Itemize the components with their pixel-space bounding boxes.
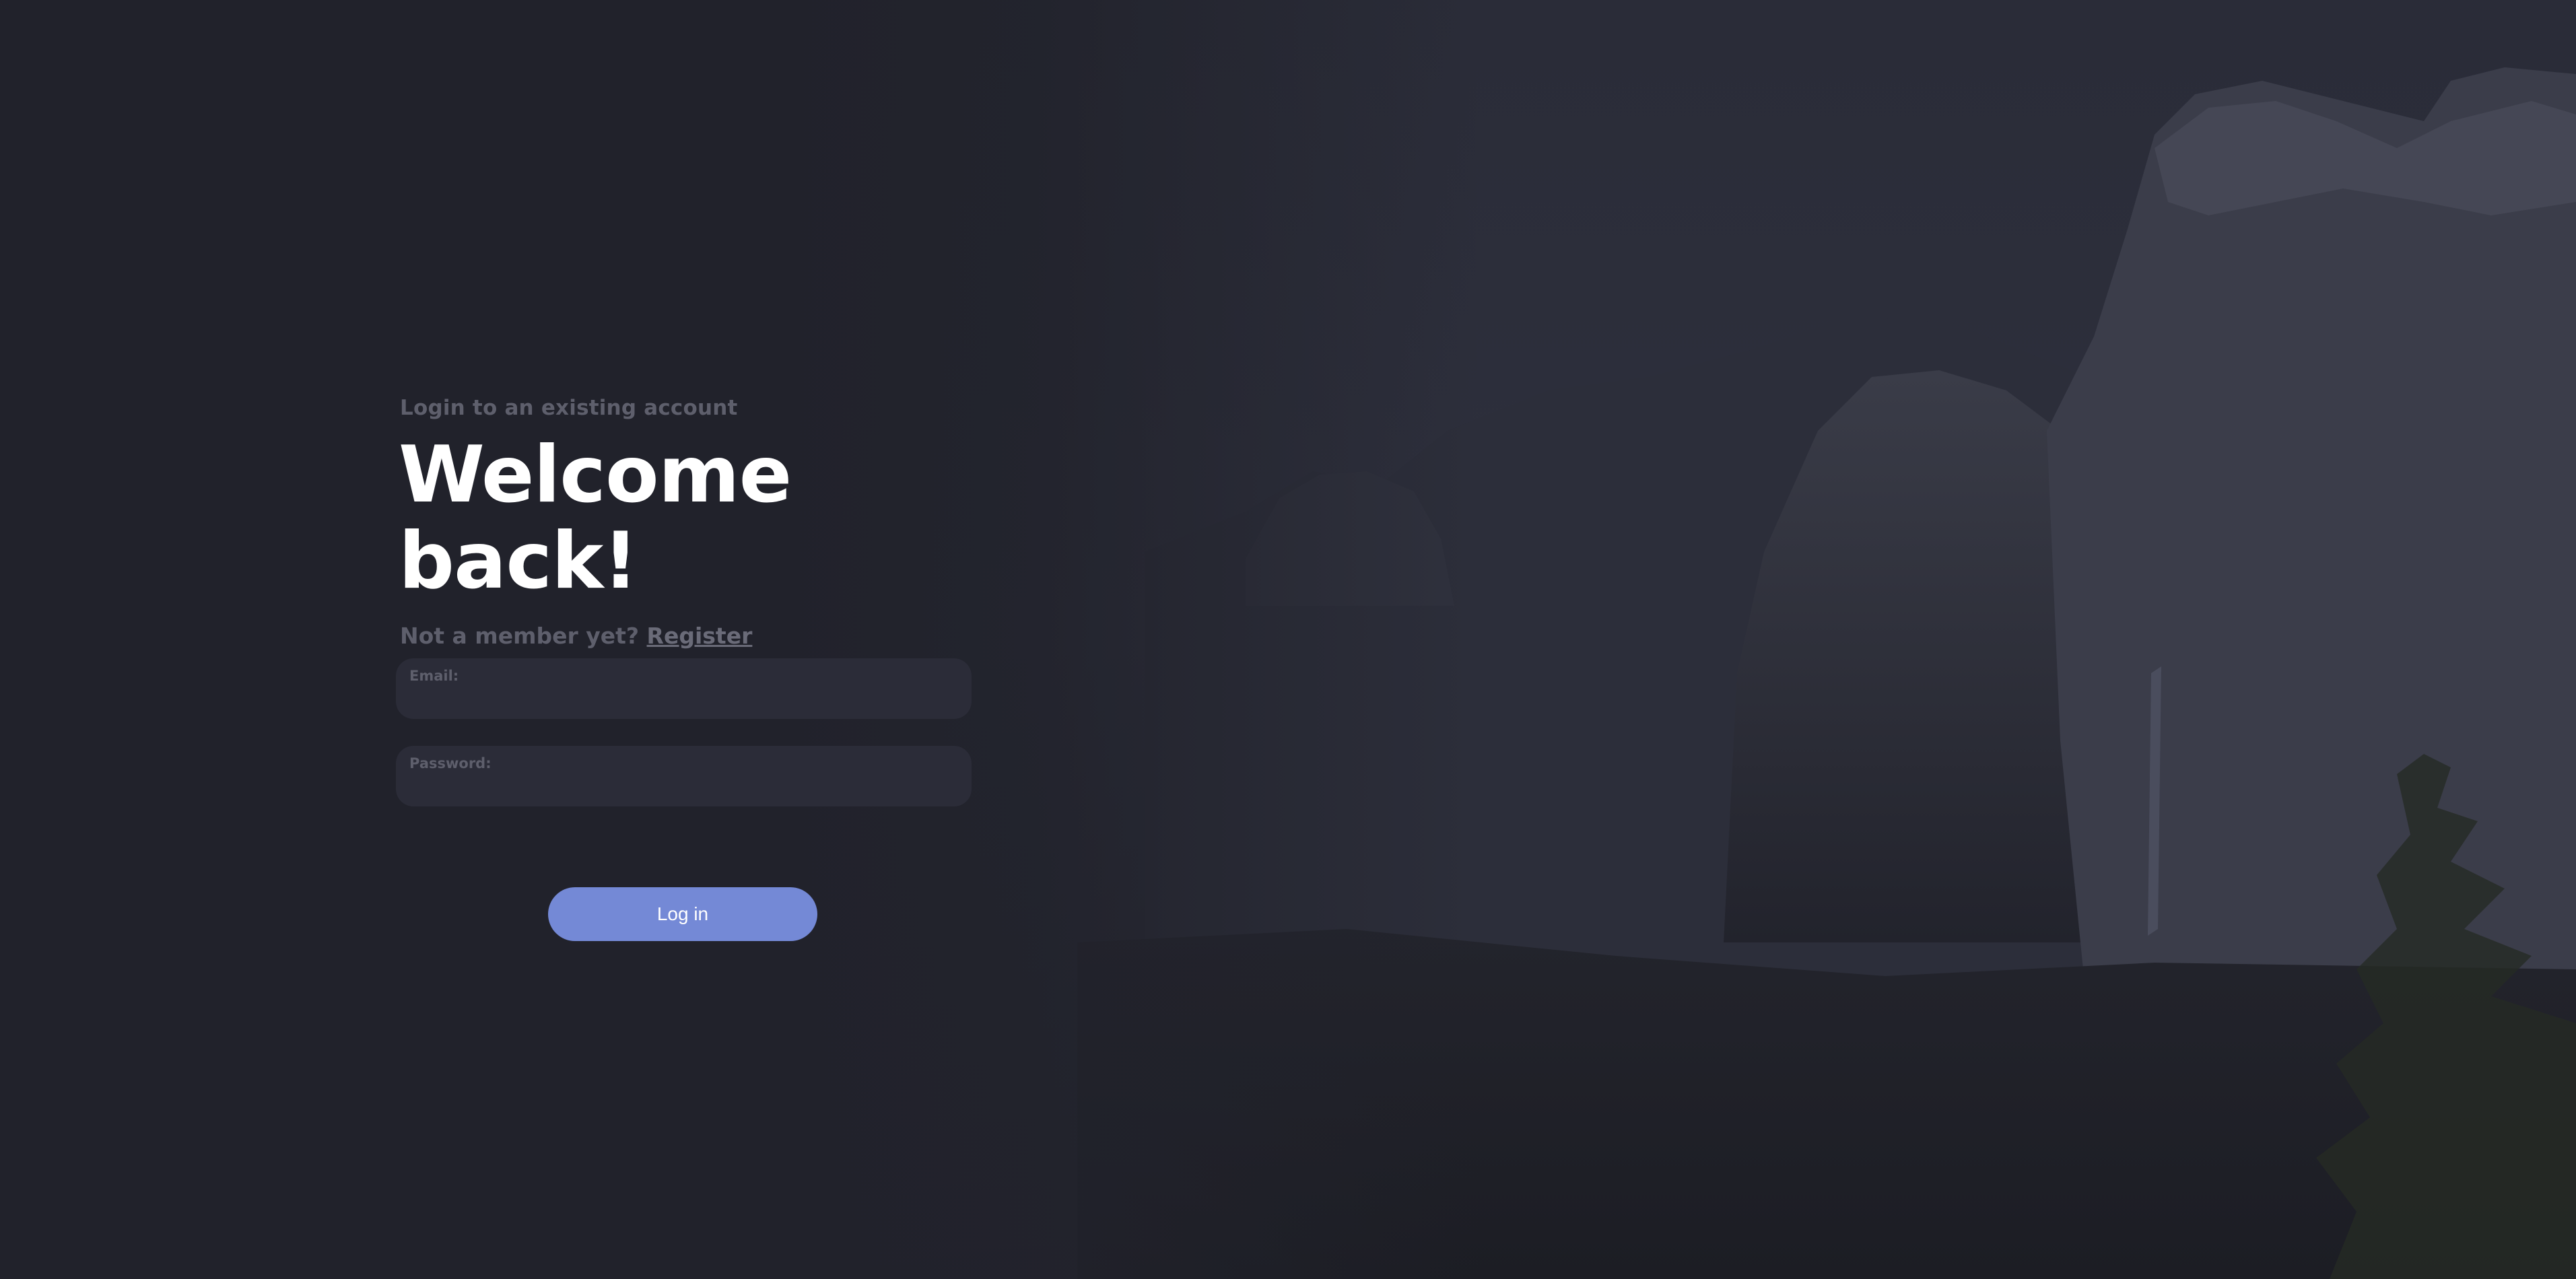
register-link[interactable]: Register bbox=[647, 623, 753, 649]
page-title: Welcome back! bbox=[399, 429, 792, 607]
form-fields: Email: Password: bbox=[396, 658, 972, 807]
not-member-text: Not a member yet? bbox=[400, 623, 640, 650]
email-field-container[interactable]: Email: bbox=[396, 658, 972, 720]
form-subtitle: Login to an existing account bbox=[400, 396, 738, 420]
password-field-container[interactable]: Password: bbox=[396, 746, 972, 807]
password-field[interactable] bbox=[409, 773, 958, 800]
email-field[interactable] bbox=[409, 685, 958, 713]
password-label: Password: bbox=[409, 755, 492, 772]
login-button[interactable]: Log in bbox=[548, 887, 817, 942]
register-prompt: Not a member yet? Register bbox=[400, 623, 972, 649]
login-form: Login to an existing account Welcome bac… bbox=[396, 396, 972, 942]
login-page: Login to an existing account Welcome bac… bbox=[0, 0, 2576, 1279]
email-label: Email: bbox=[409, 668, 459, 685]
